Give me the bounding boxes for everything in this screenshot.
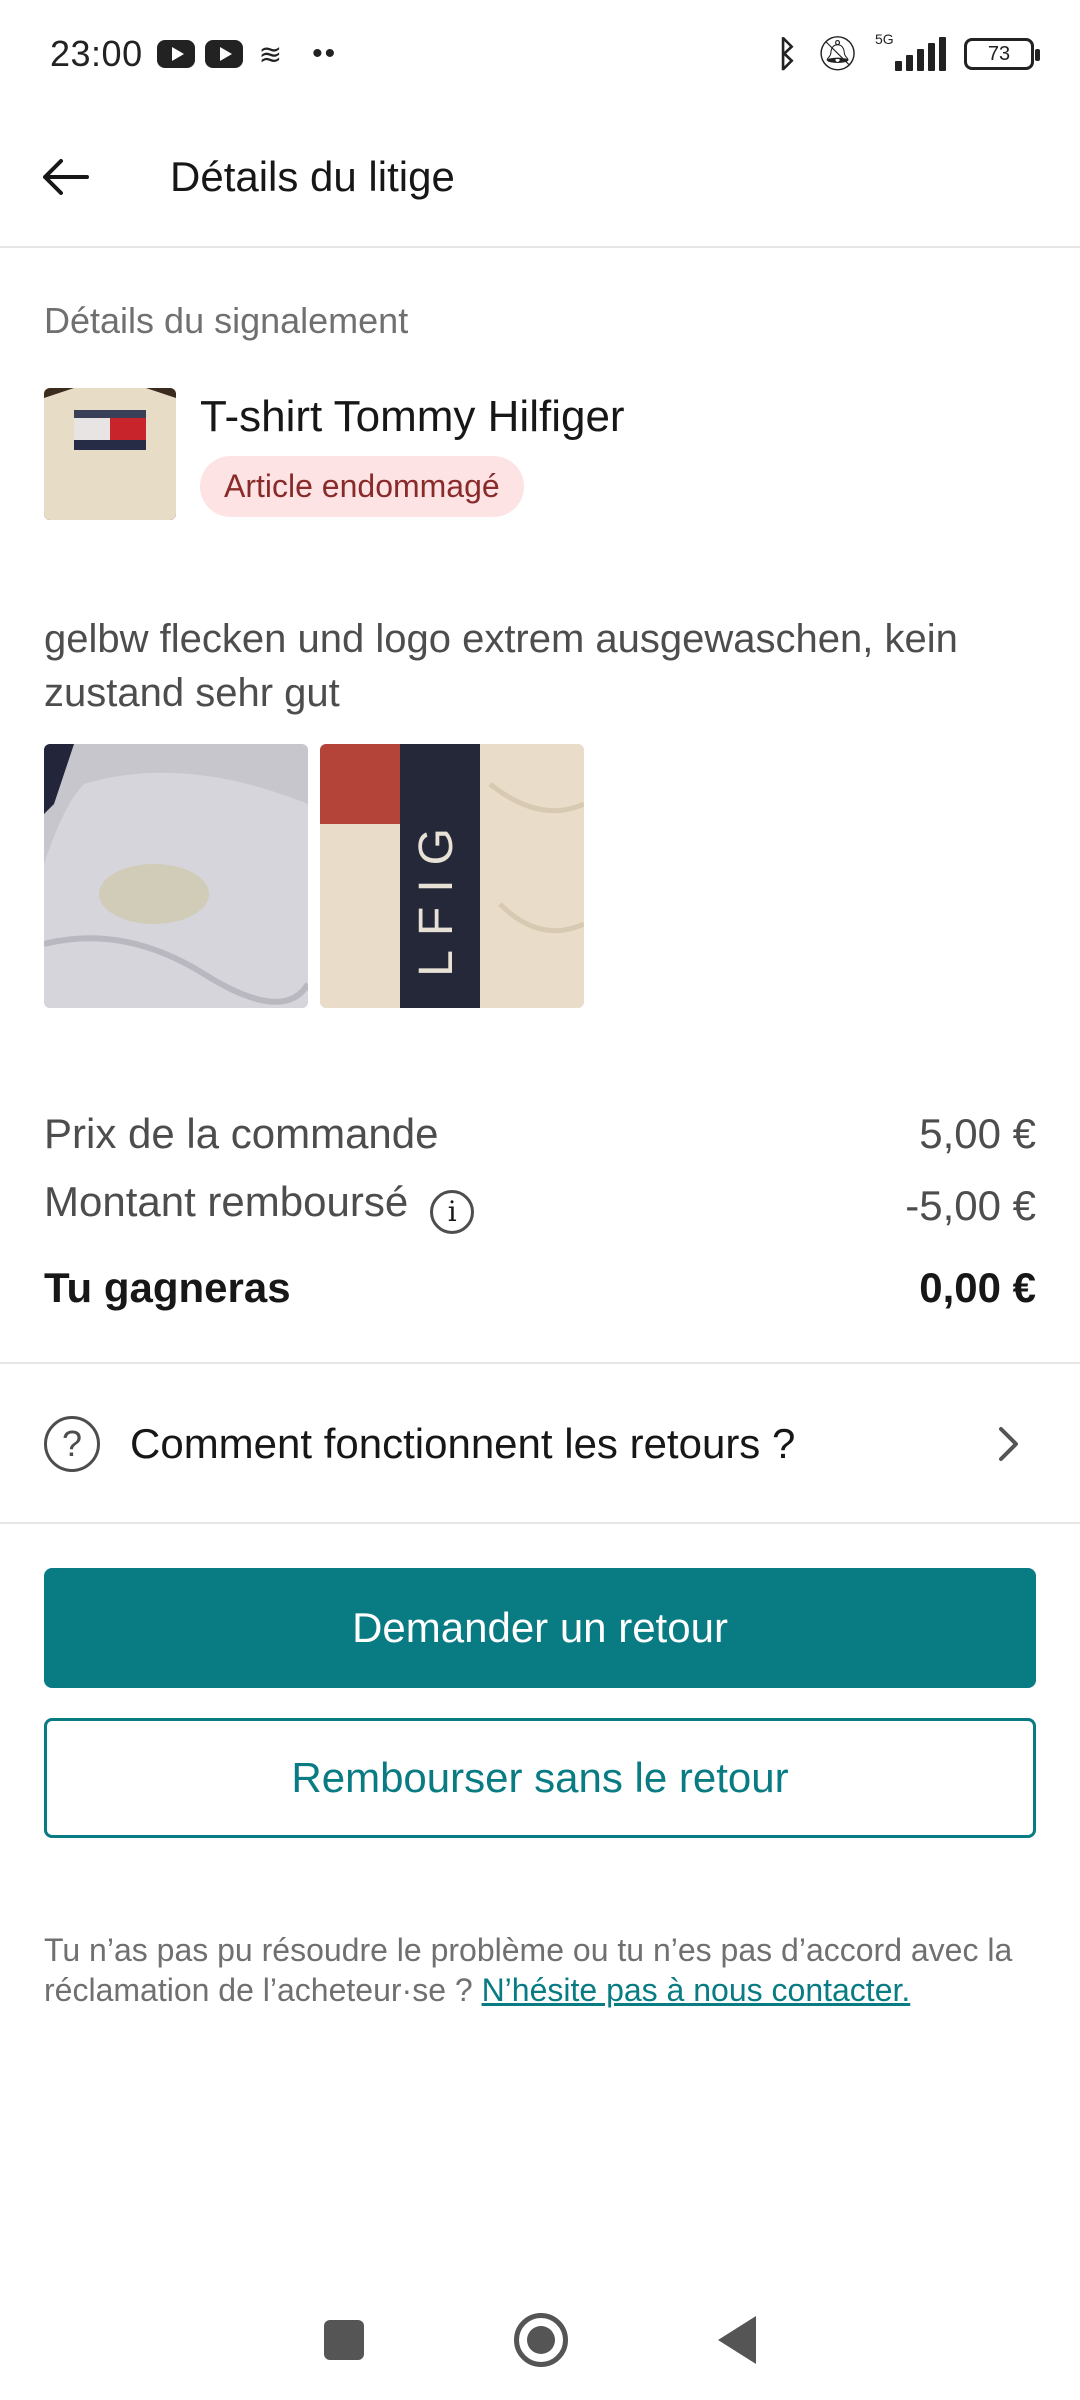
contact-link[interactable]: N’hésite pas à nous contacter.	[482, 1972, 911, 2008]
refund-without-return-button[interactable]: Rembourser sans le retour	[44, 1718, 1036, 1838]
network-type-label: 5G	[875, 31, 894, 47]
layers-icon: ≋	[258, 38, 283, 70]
report-photos: LFIG	[44, 744, 584, 1008]
recent-apps-button[interactable]	[324, 2320, 364, 2360]
report-photo-2[interactable]: LFIG	[320, 744, 584, 1008]
help-footer: Tu n’as pas pu résoudre le problème ou t…	[44, 1930, 1034, 2010]
status-time: 23:00	[50, 33, 143, 74]
status-left: 23:00 ≋ ••	[50, 33, 337, 75]
refund-label-wrap: Montant remboursé i	[44, 1178, 475, 1234]
item-title[interactable]: T-shirt Tommy Hilfiger	[200, 392, 625, 442]
svg-text:LFIG: LFIG	[410, 814, 463, 977]
back-button[interactable]	[0, 107, 130, 247]
system-back-button[interactable]	[718, 2316, 756, 2364]
order-price-row: Prix de la commande 5,00 €	[44, 1098, 1036, 1170]
home-button[interactable]	[514, 2313, 568, 2367]
item-row[interactable]: T-shirt Tommy Hilfiger Article endommagé	[44, 388, 625, 520]
page-title: Détails du litige	[170, 153, 455, 200]
youtube-notification-icon	[156, 40, 195, 68]
report-description: gelbw flecken und logo extrem ausgewasch…	[44, 617, 958, 715]
price-summary: Prix de la commande 5,00 € Montant rembo…	[44, 1098, 1036, 1334]
signal-icon: 5G	[875, 31, 946, 71]
app-header: Détails du litige	[0, 108, 1080, 248]
returns-info-label: Comment fonctionnent les retours ?	[130, 1420, 796, 1467]
question-circle-icon: ?	[44, 1416, 100, 1472]
stain-photo-image	[44, 744, 308, 1008]
section-label: Détails du signalement	[44, 300, 409, 341]
more-notifications-icon: ••	[312, 37, 338, 70]
bluetooth-icon: ᛒ	[776, 33, 798, 74]
refund-row: Montant remboursé i -5,00 €	[44, 1170, 1036, 1242]
mute-icon: 🔕︎	[815, 35, 859, 73]
returns-info-row[interactable]: ? Comment fonctionnent les retours ?	[0, 1364, 1080, 1524]
request-return-button[interactable]: Demander un retour	[44, 1568, 1036, 1688]
status-badge: Article endommagé	[200, 456, 524, 517]
battery-icon: 73	[964, 38, 1040, 70]
earnings-label: Tu gagneras	[44, 1264, 291, 1311]
battery-level: 73	[987, 42, 1011, 65]
refund-value: -5,00 €	[905, 1182, 1036, 1229]
info-icon[interactable]: i	[430, 1189, 475, 1234]
status-bar: 23:00 ≋ •• ᛒ 🔕︎ 5G 73	[0, 0, 1080, 108]
youtube-notification-icon-2	[204, 40, 243, 68]
system-nav-bar	[0, 2280, 1080, 2400]
chevron-right-icon	[999, 1427, 1018, 1461]
refund-label: Montant remboursé	[44, 1178, 409, 1226]
logo-photo-image: LFIG	[320, 744, 584, 1008]
item-info: T-shirt Tommy Hilfiger Article endommagé	[200, 388, 625, 520]
status-right: ᛒ 🔕︎ 5G 73	[776, 31, 1040, 75]
divider-2	[0, 1522, 1080, 1524]
order-price-label: Prix de la commande	[44, 1110, 439, 1157]
tshirt-thumbnail-image	[44, 388, 176, 520]
order-price-value: 5,00 €	[919, 1110, 1036, 1157]
report-photo-1[interactable]	[44, 744, 308, 1008]
item-thumbnail[interactable]	[44, 388, 176, 520]
earnings-row: Tu gagneras 0,00 €	[44, 1242, 1036, 1334]
arrow-left-icon	[43, 159, 89, 195]
earnings-value: 0,00 €	[919, 1264, 1036, 1311]
